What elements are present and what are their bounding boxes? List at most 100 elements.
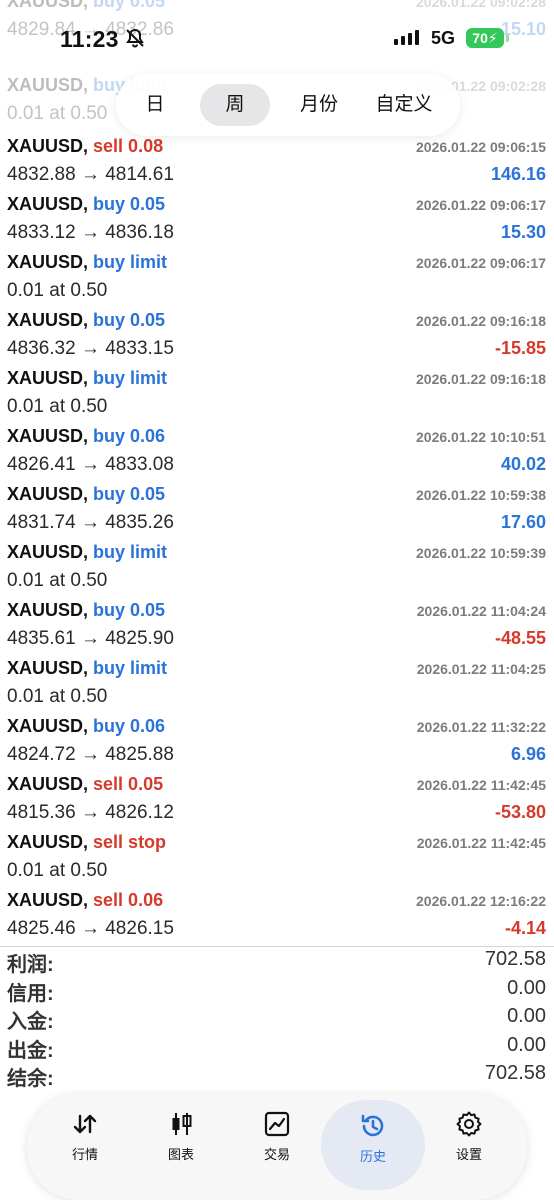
trade-datetime: 2026.01.22 11:32:22 (416, 719, 546, 735)
history-clock-icon (359, 1112, 387, 1140)
trade-prices: 4835.61 → 4825.90 (7, 628, 174, 649)
trade-symbol: XAUUSD, buy 0.05 (7, 310, 166, 330)
trade-action: buy 0.05 (93, 484, 166, 504)
battery-level: 70 (472, 30, 488, 46)
trade-symbol: XAUUSD, sell 0.06 (7, 890, 164, 910)
tab-week[interactable]: 周 (200, 84, 270, 126)
trade-prices: 4815.36 → 4826.12 (7, 802, 174, 823)
trade-prices: 0.01 at 0.50 (7, 396, 108, 417)
trade-datetime: 2026.01.22 09:06:15 (416, 139, 546, 155)
trade-datetime: 2026.01.22 09:16:18 (416, 371, 546, 387)
summary-label: 出金: (7, 1039, 54, 1062)
nav-charts-label: 图表 (167, 1147, 194, 1162)
tab-custom[interactable]: 自定义 (362, 84, 446, 126)
trade-action: sell 0.05 (93, 774, 164, 794)
trade-action: buy 0.05 (93, 600, 166, 620)
summary-label: 入金: (7, 1011, 54, 1034)
summary-row: 利润: 702.58 (0, 948, 554, 977)
trade-profit: -15.85 (494, 338, 546, 358)
nav-quotes[interactable]: 行情 (37, 1094, 133, 1200)
summary-label: 信用: (7, 982, 54, 1005)
trade-row[interactable]: XAUUSD, buy limit 2026.01.22 09:06:17 0.01… (0, 247, 554, 305)
trade-datetime: 2026.01.22 11:42:45 (416, 835, 546, 851)
trade-action: buy limit (93, 658, 168, 678)
summary-value: 0.00 (507, 1033, 546, 1056)
trade-profit: 15.30 (500, 222, 546, 242)
trade-symbol: XAUUSD, buy limit (7, 542, 168, 562)
trade-row[interactable]: XAUUSD, buy 0.06 2026.01.22 11:32:22 4824.… (0, 711, 554, 769)
trade-action: sell 0.08 (93, 136, 164, 156)
trade-symbol: XAUUSD, buy 0.05 (7, 600, 166, 620)
trade-row[interactable]: XAUUSD, sell 0.08 2026.01.22 09:06:15 4832… (0, 131, 554, 189)
trade-action: buy limit (93, 542, 168, 562)
trade-row[interactable]: XAUUSD, buy limit 2026.01.22 11:04:25 0.01… (0, 653, 554, 711)
trade-row[interactable]: XAUUSD, buy 0.05 2026.01.22 10:59:38 4831.… (0, 479, 554, 537)
trade-action: buy 0.05 (93, 194, 166, 214)
trade-prices: 4836.32 → 4833.15 (7, 338, 174, 359)
trade-action: buy 0.06 (93, 716, 166, 736)
trade-profit: 6.96 (510, 744, 546, 764)
period-selector: 日 周 月份 自定义 (116, 74, 460, 136)
summary-label: 结余: (7, 1068, 54, 1091)
trade-row[interactable]: XAUUSD, buy 0.05 2026.01.22 09:06:17 4833.… (0, 189, 554, 247)
trade-action: sell 0.06 (93, 890, 164, 910)
nav-settings-label: 设置 (455, 1147, 482, 1162)
trade-row[interactable]: XAUUSD, buy 0.06 2026.01.22 10:10:51 4826.… (0, 421, 554, 479)
battery-icon: 70 ⚡ (466, 28, 504, 48)
trade-datetime: 2026.01.22 10:59:39 (416, 545, 546, 561)
trade-prices: 4833.12 → 4836.18 (7, 222, 174, 243)
summary-label: 利润: (7, 954, 54, 976)
nav-trade-label: 交易 (263, 1147, 290, 1162)
tab-day[interactable]: 日 (124, 84, 186, 126)
quotes-arrows-icon (71, 1110, 99, 1138)
battery-tip (506, 34, 509, 42)
trade-prices: 0.01 at 0.50 (7, 280, 108, 301)
trade-row[interactable]: XAUUSD, buy 0.05 2026.01.22 09:16:18 4836.… (0, 305, 554, 363)
divider (0, 946, 554, 947)
nav-charts[interactable]: 图表 (133, 1094, 229, 1200)
trade-action: sell stop (93, 832, 167, 852)
trade-row[interactable]: XAUUSD, buy limit 2026.01.22 09:16:18 0.01… (0, 363, 554, 421)
candlestick-chart-icon (167, 1110, 195, 1138)
trade-symbol: XAUUSD, buy 0.06 (7, 426, 166, 446)
trade-row[interactable]: XAUUSD, buy limit 2026.01.22 10:59:39 0.01… (0, 537, 554, 595)
trade-prices: 4831.74 → 4835.26 (7, 512, 174, 533)
trade-symbol: XAUUSD, sell stop (7, 832, 167, 852)
trade-prices: 0.01 at 0.50 (7, 860, 108, 881)
trade-symbol: XAUUSD, buy 0.05 (7, 194, 166, 214)
trade-prices: 0.01 at 0.50 (7, 570, 108, 591)
summary-value: 0.00 (507, 976, 546, 999)
trade-datetime: 2026.01.22 11:42:45 (416, 777, 546, 793)
trade-datetime: 2026.01.22 12:16:22 (416, 893, 546, 909)
trade-row[interactable]: XAUUSD, buy 0.05 2026.01.22 11:04:24 4835.… (0, 595, 554, 653)
trade-row[interactable]: XAUUSD, sell 0.05 2026.01.22 11:42:45 4815… (0, 769, 554, 827)
trade-symbol: XAUUSD, sell 0.08 (7, 136, 164, 156)
nav-trade[interactable]: 交易 (229, 1094, 325, 1200)
bell-muted-icon (124, 27, 146, 54)
summary-row: 信用: 0.00 (0, 977, 554, 1006)
trade-symbol: XAUUSD, sell 0.05 (7, 774, 164, 794)
trade-symbol: XAUUSD, buy limit (7, 252, 168, 272)
status-time: 11:23 (60, 26, 119, 52)
trade-symbol: XAUUSD, buy 0.06 (7, 716, 166, 736)
summary-row: 结余: 702.58 (0, 1062, 554, 1091)
nav-history-label: 历史 (359, 1149, 386, 1164)
nav-settings[interactable]: 设置 (421, 1094, 517, 1200)
status-bar: 11:23 5G 70 ⚡ (0, 0, 554, 70)
trade-row[interactable]: XAUUSD, sell 0.06 2026.01.22 12:16:22 4825… (0, 885, 554, 943)
trade-row[interactable]: XAUUSD, sell stop 2026.01.22 11:42:45 0.01… (0, 827, 554, 885)
summary-value: 0.00 (507, 1005, 546, 1028)
nav-quotes-label: 行情 (71, 1147, 98, 1162)
trade-action: buy limit (93, 252, 168, 272)
trade-symbol: XAUUSD, buy limit (7, 658, 168, 678)
trade-prices: 4824.72 → 4825.88 (7, 744, 174, 765)
cell-signal-icon (394, 30, 419, 45)
trade-prices: 0.01 at 0.50 (7, 686, 108, 707)
summary-value: 702.58 (484, 948, 546, 970)
bottom-nav: 行情 图表 交易 历史 设置 (27, 1094, 527, 1200)
nav-history[interactable]: 历史 (321, 1100, 425, 1190)
trade-prices: 4825.46 → 4826.15 (7, 918, 174, 939)
trade-chart-icon (263, 1110, 291, 1138)
tab-month[interactable]: 月份 (284, 84, 354, 126)
trade-symbol: XAUUSD, buy limit (7, 368, 168, 388)
